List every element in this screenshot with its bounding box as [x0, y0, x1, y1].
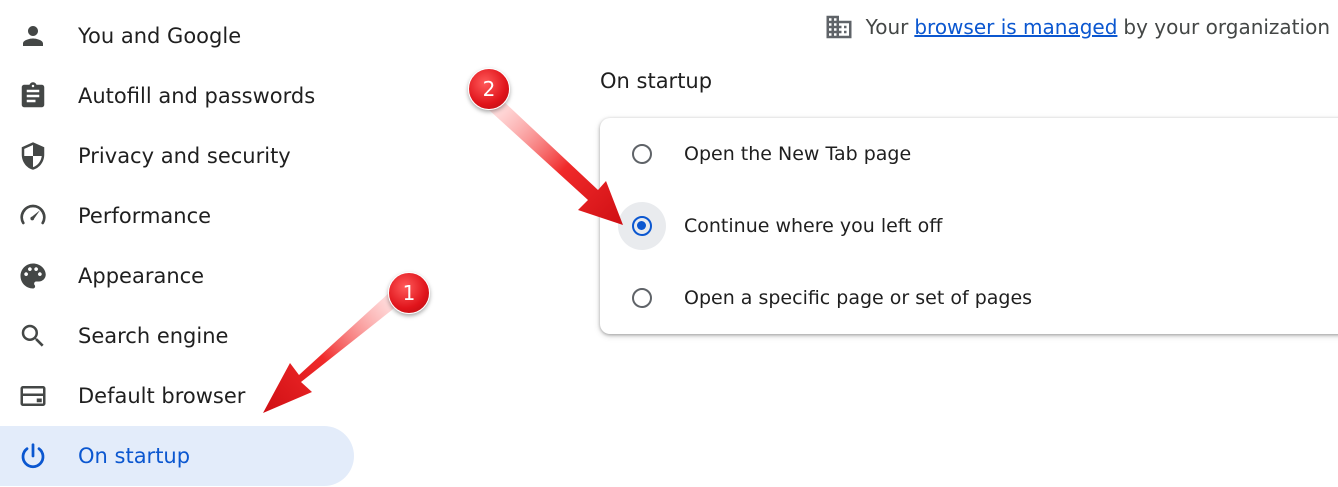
power-icon	[18, 441, 48, 471]
radio-option-specific-pages[interactable]: Open a specific page or set of pages	[600, 262, 1338, 334]
sidebar-item-privacy[interactable]: Privacy and security	[0, 126, 354, 186]
radio-button[interactable]	[632, 144, 652, 164]
sidebar-item-search-engine[interactable]: Search engine	[0, 306, 354, 366]
sidebar-item-label: Default browser	[78, 384, 246, 408]
startup-options-card: Open the New Tab page Continue where you…	[600, 118, 1338, 334]
radio-button-wrap[interactable]	[618, 274, 666, 322]
section-title: On startup	[600, 69, 713, 93]
person-icon	[18, 21, 48, 51]
sidebar-item-label: Search engine	[78, 324, 229, 348]
radio-button[interactable]	[632, 216, 652, 236]
sidebar-item-label: You and Google	[78, 24, 242, 48]
sidebar-item-label: On startup	[78, 444, 191, 468]
speedometer-icon	[18, 201, 48, 231]
sidebar-item-you-and-google[interactable]: You and Google	[0, 6, 354, 66]
managed-link[interactable]: browser is managed	[914, 15, 1117, 39]
settings-sidebar: You and Google Autofill and passwords Pr…	[0, 6, 360, 486]
radio-button[interactable]	[632, 288, 652, 308]
browser-window-icon	[18, 381, 48, 411]
sidebar-item-performance[interactable]: Performance	[0, 186, 354, 246]
sidebar-item-label: Privacy and security	[78, 144, 291, 168]
sidebar-item-on-startup[interactable]: On startup	[0, 426, 354, 486]
sidebar-item-appearance[interactable]: Appearance	[0, 246, 354, 306]
sidebar-item-label: Appearance	[78, 264, 205, 288]
clipboard-icon	[18, 81, 48, 111]
sidebar-item-default-browser[interactable]: Default browser	[0, 366, 354, 426]
annotation-badge-1: 1	[388, 272, 430, 314]
managed-prefix: Your	[865, 15, 909, 39]
sidebar-item-label: Autofill and passwords	[78, 84, 316, 108]
radio-option-new-tab[interactable]: Open the New Tab page	[600, 118, 1338, 190]
managed-suffix: by your organization	[1123, 15, 1330, 39]
radio-option-label: Open the New Tab page	[684, 143, 912, 165]
sidebar-item-label: Performance	[78, 204, 212, 228]
radio-option-label: Open a specific page or set of pages	[684, 287, 1033, 309]
palette-icon	[18, 261, 48, 291]
managed-banner: Your browser is managed by your organiza…	[824, 12, 1330, 42]
radio-button-wrap[interactable]	[618, 202, 666, 250]
shield-icon	[18, 141, 48, 171]
sidebar-item-autofill[interactable]: Autofill and passwords	[0, 66, 354, 126]
building-icon	[824, 12, 854, 42]
annotation-badge-2: 2	[468, 68, 510, 110]
radio-option-label: Continue where you left off	[684, 215, 943, 237]
radio-option-continue[interactable]: Continue where you left off	[600, 190, 1338, 262]
radio-button-wrap[interactable]	[618, 130, 666, 178]
search-icon	[18, 321, 48, 351]
settings-page: You and Google Autofill and passwords Pr…	[0, 0, 1338, 487]
